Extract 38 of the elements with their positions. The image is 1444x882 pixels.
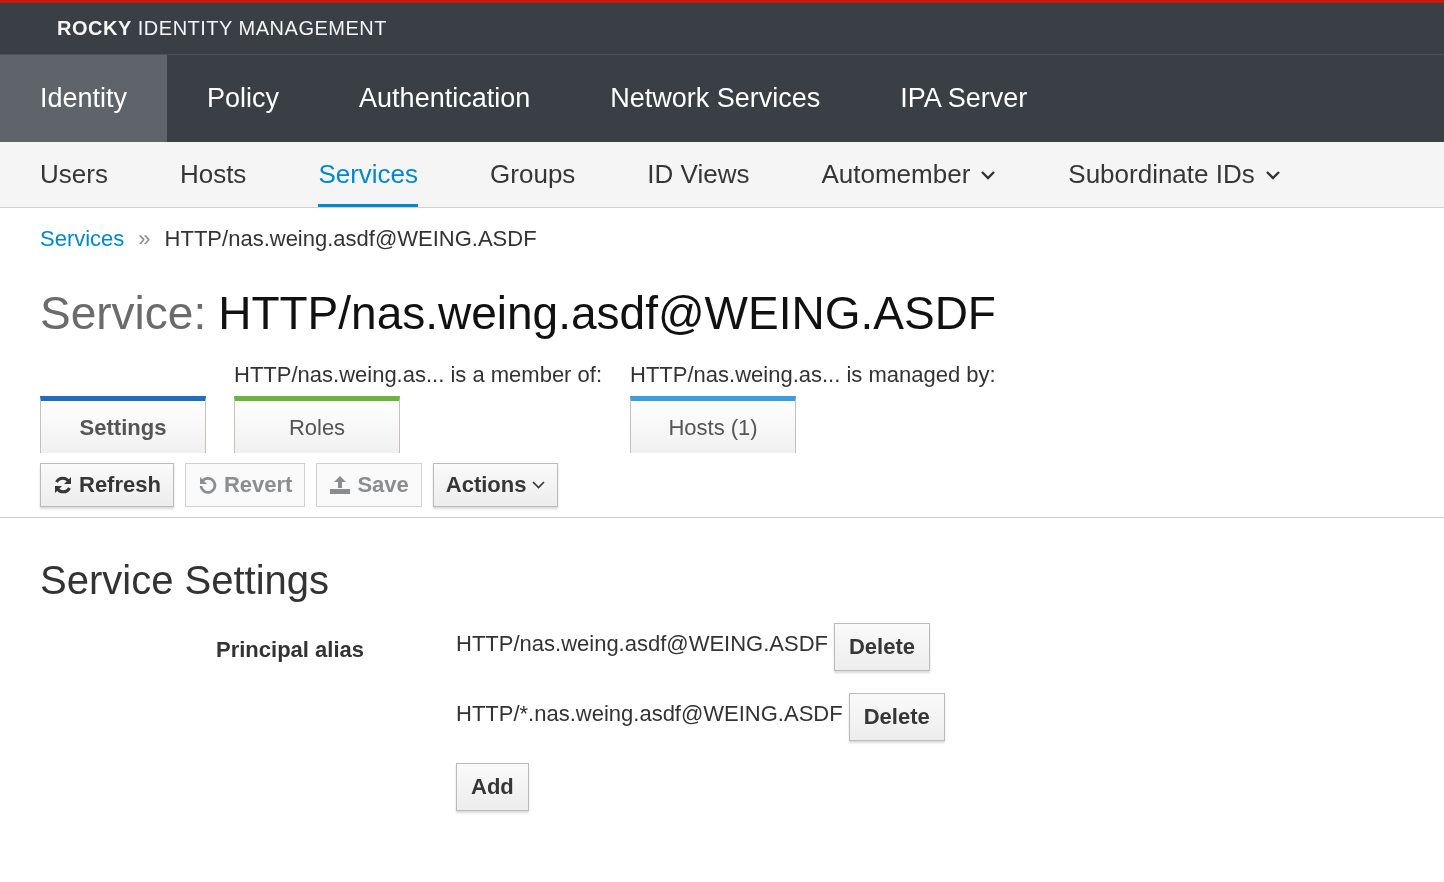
facet-tab[interactable]: Settings — [40, 396, 206, 453]
subnav-tab[interactable]: Automember — [821, 142, 997, 207]
page-title-prefix: Service: — [40, 286, 207, 340]
action-button[interactable]: Actions — [432, 463, 559, 507]
breadcrumb-separator: » — [138, 226, 151, 252]
principal-alias-value: HTTP/nas.weing.asdf@WEING.ASDF — [456, 630, 828, 657]
page-title: HTTP/nas.weing.asdf@WEING.ASDF — [218, 286, 996, 340]
nav-tab[interactable]: Authentication — [319, 55, 571, 142]
facet-group-heading: HTTP/nas.weing.as... is managed by: — [630, 362, 996, 389]
principal-alias-value: HTTP/*.nas.weing.asdf@WEING.ASDF — [456, 700, 843, 727]
undo-icon — [197, 475, 218, 495]
breadcrumb-link[interactable]: Services — [40, 226, 125, 252]
section-title: Service Settings — [40, 558, 331, 603]
nav-tab[interactable]: IPA Server — [860, 55, 1068, 142]
subnav-tab[interactable]: ID Views — [647, 142, 750, 207]
upload-icon — [329, 475, 352, 495]
subnav-tab[interactable]: Groups — [490, 142, 576, 207]
subnav-tab[interactable]: Hosts — [179, 142, 247, 207]
facet-group-heading: HTTP/nas.weing.as... is a member of: — [234, 362, 603, 389]
chevron-down-icon — [1264, 169, 1281, 180]
delete-button[interactable]: Delete — [848, 693, 945, 741]
breadcrumb-current: HTTP/nas.weing.asdf@WEING.ASDF — [164, 226, 537, 252]
facet-tab[interactable]: Hosts (1) — [630, 396, 797, 453]
refresh-icon — [53, 475, 73, 495]
field-label: Principal alias — [216, 636, 365, 664]
brand-logo: ROCKY IDENTITY MANAGEMENT — [57, 17, 387, 40]
subnav-tab[interactable]: Subordinate IDs — [1068, 142, 1281, 207]
nav-tab[interactable]: Network Services — [570, 55, 861, 142]
action-button[interactable]: Refresh — [40, 463, 174, 507]
chevron-down-icon — [532, 481, 546, 489]
add-button[interactable]: Add — [456, 763, 529, 811]
subnav-tab[interactable]: Services — [318, 142, 419, 207]
delete-button[interactable]: Delete — [834, 623, 931, 671]
chevron-down-icon — [980, 169, 997, 180]
subnav-tab[interactable]: Users — [40, 142, 108, 207]
nav-tab[interactable]: Identity — [0, 55, 168, 142]
nav-tab[interactable]: Policy — [167, 55, 320, 142]
facet-tab[interactable]: Roles — [234, 396, 400, 453]
